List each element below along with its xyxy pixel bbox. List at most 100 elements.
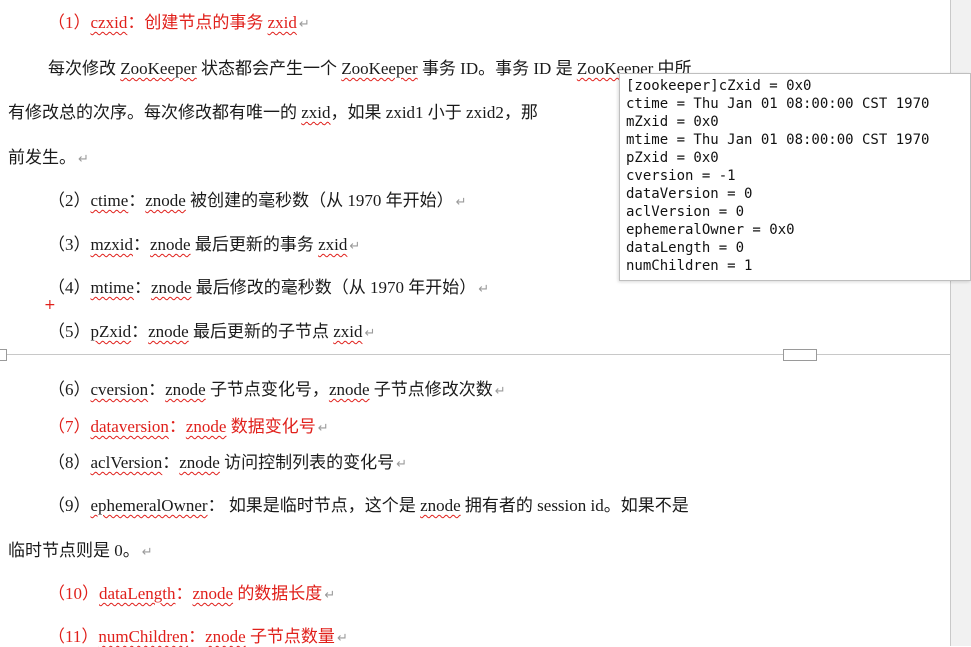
- paragraph-line-1: 每次修改 ZooKeeper 状态都会产生一个 ZooKeeper 事务 ID。…: [48, 54, 692, 79]
- paragraph-mark: ↵: [349, 239, 361, 254]
- paragraph-text: 前发生。: [8, 148, 76, 167]
- paragraph-term: ZooKeeper: [341, 59, 418, 78]
- item-pzxid: （5）pZxid：znode 最后更新的子节点 zxid ↵: [48, 317, 375, 342]
- field-noun: znode: [179, 453, 220, 472]
- paragraph-mark: ↵: [141, 545, 153, 560]
- paragraph-mark: ↵: [78, 152, 89, 167]
- paragraph-text: ，如果 zxid1 小于 zxid2，那: [330, 103, 538, 122]
- item-number: （7）: [48, 417, 91, 436]
- terminal-output-box: [zookeeper]cZxid = 0x0 ctime = Thu Jan 0…: [619, 73, 971, 281]
- field-description: 创建节点的事务: [144, 13, 268, 32]
- terminal-line: pZxid = 0x0: [626, 150, 719, 166]
- item-ctime: （2）ctime：znode 被创建的毫秒数（从 1970 年开始） ↵: [48, 186, 467, 211]
- item-number: （9）: [48, 496, 91, 515]
- paragraph-term: ZooKeeper: [120, 59, 197, 78]
- item-cversion: （6）cversion：znode 子节点变化号，znode 子节点修改次数 ↵: [48, 375, 506, 400]
- item-ephemeralowner: （9）ephemeralOwner： 如果是临时节点，这个是 znode 拥有者…: [48, 491, 689, 516]
- item-aclversion: （8）aclVersion：znode 访问控制列表的变化号 ↵: [48, 448, 407, 473]
- item-mzxid: （3）mzxid：znode 最后更新的事务 zxid ↵: [48, 230, 360, 255]
- item-number: （6）: [48, 380, 91, 399]
- terminal-line: mZxid = 0x0: [626, 114, 719, 130]
- field-description-tail: zxid: [267, 13, 297, 32]
- field-description: 子节点变化号，: [205, 380, 329, 399]
- terminal-line: ctime = Thu Jan 01 08:00:00 CST 1970: [626, 96, 930, 112]
- terminal-line: cversion = -1: [626, 168, 736, 184]
- separator: ：: [188, 627, 206, 646]
- paragraph-mark: ↵: [478, 282, 490, 297]
- field-description-tail: zxid: [333, 322, 363, 341]
- insertion-cursor-icon: +: [44, 297, 56, 313]
- separator: ：: [133, 278, 151, 297]
- paragraph-text: 每次修改: [48, 59, 121, 78]
- field-name: dataversion: [90, 417, 169, 436]
- paragraph-mark: ↵: [317, 421, 329, 436]
- separator: ：: [133, 235, 150, 254]
- field-noun: znode: [192, 584, 234, 603]
- field-name: ctime: [90, 191, 129, 210]
- item-datalength: （10）dataLength：znode 的数据长度 ↵: [48, 579, 335, 604]
- separator: ：: [207, 496, 225, 515]
- field-noun: znode: [205, 627, 246, 646]
- field-name: mtime: [90, 278, 134, 297]
- item-number: （10）: [48, 584, 99, 603]
- field-noun: znode: [148, 322, 189, 341]
- paragraph-mark: ↵: [336, 631, 348, 646]
- separator: ：: [127, 13, 145, 32]
- paragraph-mark: ↵: [324, 588, 336, 603]
- paragraph-mark: ↵: [396, 457, 408, 472]
- separator: ：: [131, 322, 149, 341]
- terminal-line: mtime = Thu Jan 01 08:00:00 CST 1970: [626, 132, 930, 148]
- field-name: ephemeralOwner: [90, 496, 208, 515]
- item-number: （2）: [48, 191, 91, 210]
- separator: ：: [168, 417, 186, 436]
- terminal-line: dataLength = 0: [626, 240, 745, 256]
- paragraph-mark: ↵: [364, 326, 376, 341]
- field-name: dataLength: [99, 584, 176, 603]
- terminal-line: numChildren = 1: [626, 258, 753, 274]
- field-description: 最后更新的事务: [190, 235, 319, 254]
- item-number: （8）: [48, 453, 91, 472]
- field-description: 最后更新的子节点: [188, 322, 334, 341]
- separator: ：: [175, 584, 193, 603]
- field-description: 子节点修改次数: [369, 380, 493, 399]
- paragraph-mark: ↵: [298, 17, 310, 32]
- field-description: 拥有者的 session id。如果不是: [460, 496, 689, 515]
- separator: ：: [148, 380, 166, 399]
- field-noun: znode: [145, 191, 186, 210]
- field-noun: znode: [150, 278, 192, 297]
- item-number: （11）: [48, 627, 99, 646]
- field-description-tail: zxid: [318, 235, 348, 254]
- paragraph-mark: ↵: [455, 195, 467, 210]
- field-name: aclVersion: [90, 453, 163, 472]
- item-mtime: （4）mtime：znode 最后修改的毫秒数（从 1970 年开始） ↵: [48, 273, 489, 298]
- field-description: 数据变化号: [226, 417, 316, 436]
- item-dataversion: （7）dataversion：znode 数据变化号 ↵: [48, 412, 329, 437]
- item-number: （4）: [48, 278, 91, 297]
- field-description: 访问控制列表的变化号: [219, 453, 395, 472]
- item-ephemeralowner-continuation: 临时节点则是 0。 ↵: [8, 536, 153, 561]
- margin-marker-left-icon: [0, 349, 7, 361]
- paragraph-line-2: 有修改总的次序。每次修改都有唯一的 zxid，如果 zxid1 小于 zxid2…: [8, 98, 538, 123]
- field-description: 子节点数量: [245, 627, 335, 646]
- terminal-line: aclVersion = 0: [626, 204, 745, 220]
- field-name: numChildren: [98, 627, 189, 646]
- field-noun: znode: [150, 235, 191, 254]
- paragraph-line-3: 前发生。 ↵: [8, 143, 89, 168]
- field-name: cversion: [90, 380, 149, 399]
- item-number: （1）: [48, 13, 91, 32]
- field-description: 的数据长度: [233, 584, 323, 603]
- separator: ：: [128, 191, 146, 210]
- field-name: mzxid: [90, 235, 134, 254]
- paragraph-text: 事务 ID。事务 ID 是: [417, 59, 577, 78]
- field-noun: znode: [165, 380, 206, 399]
- item-numchildren: （11）numChildren：znode 子节点数量 ↵: [48, 622, 348, 647]
- item-number: （3）: [48, 235, 91, 254]
- field-noun: znode: [185, 417, 227, 436]
- terminal-line: [zookeeper]cZxid = 0x0: [626, 78, 812, 94]
- field-noun: znode: [328, 380, 370, 399]
- terminal-line: dataVersion = 0: [626, 186, 753, 202]
- field-description: 如果是临时节点，这个是: [224, 496, 421, 515]
- margin-marker-right-icon: [783, 349, 817, 361]
- field-description: 被创建的毫秒数（从 1970 年开始）: [185, 191, 454, 210]
- paragraph-text: 状态都会产生一个: [196, 59, 342, 78]
